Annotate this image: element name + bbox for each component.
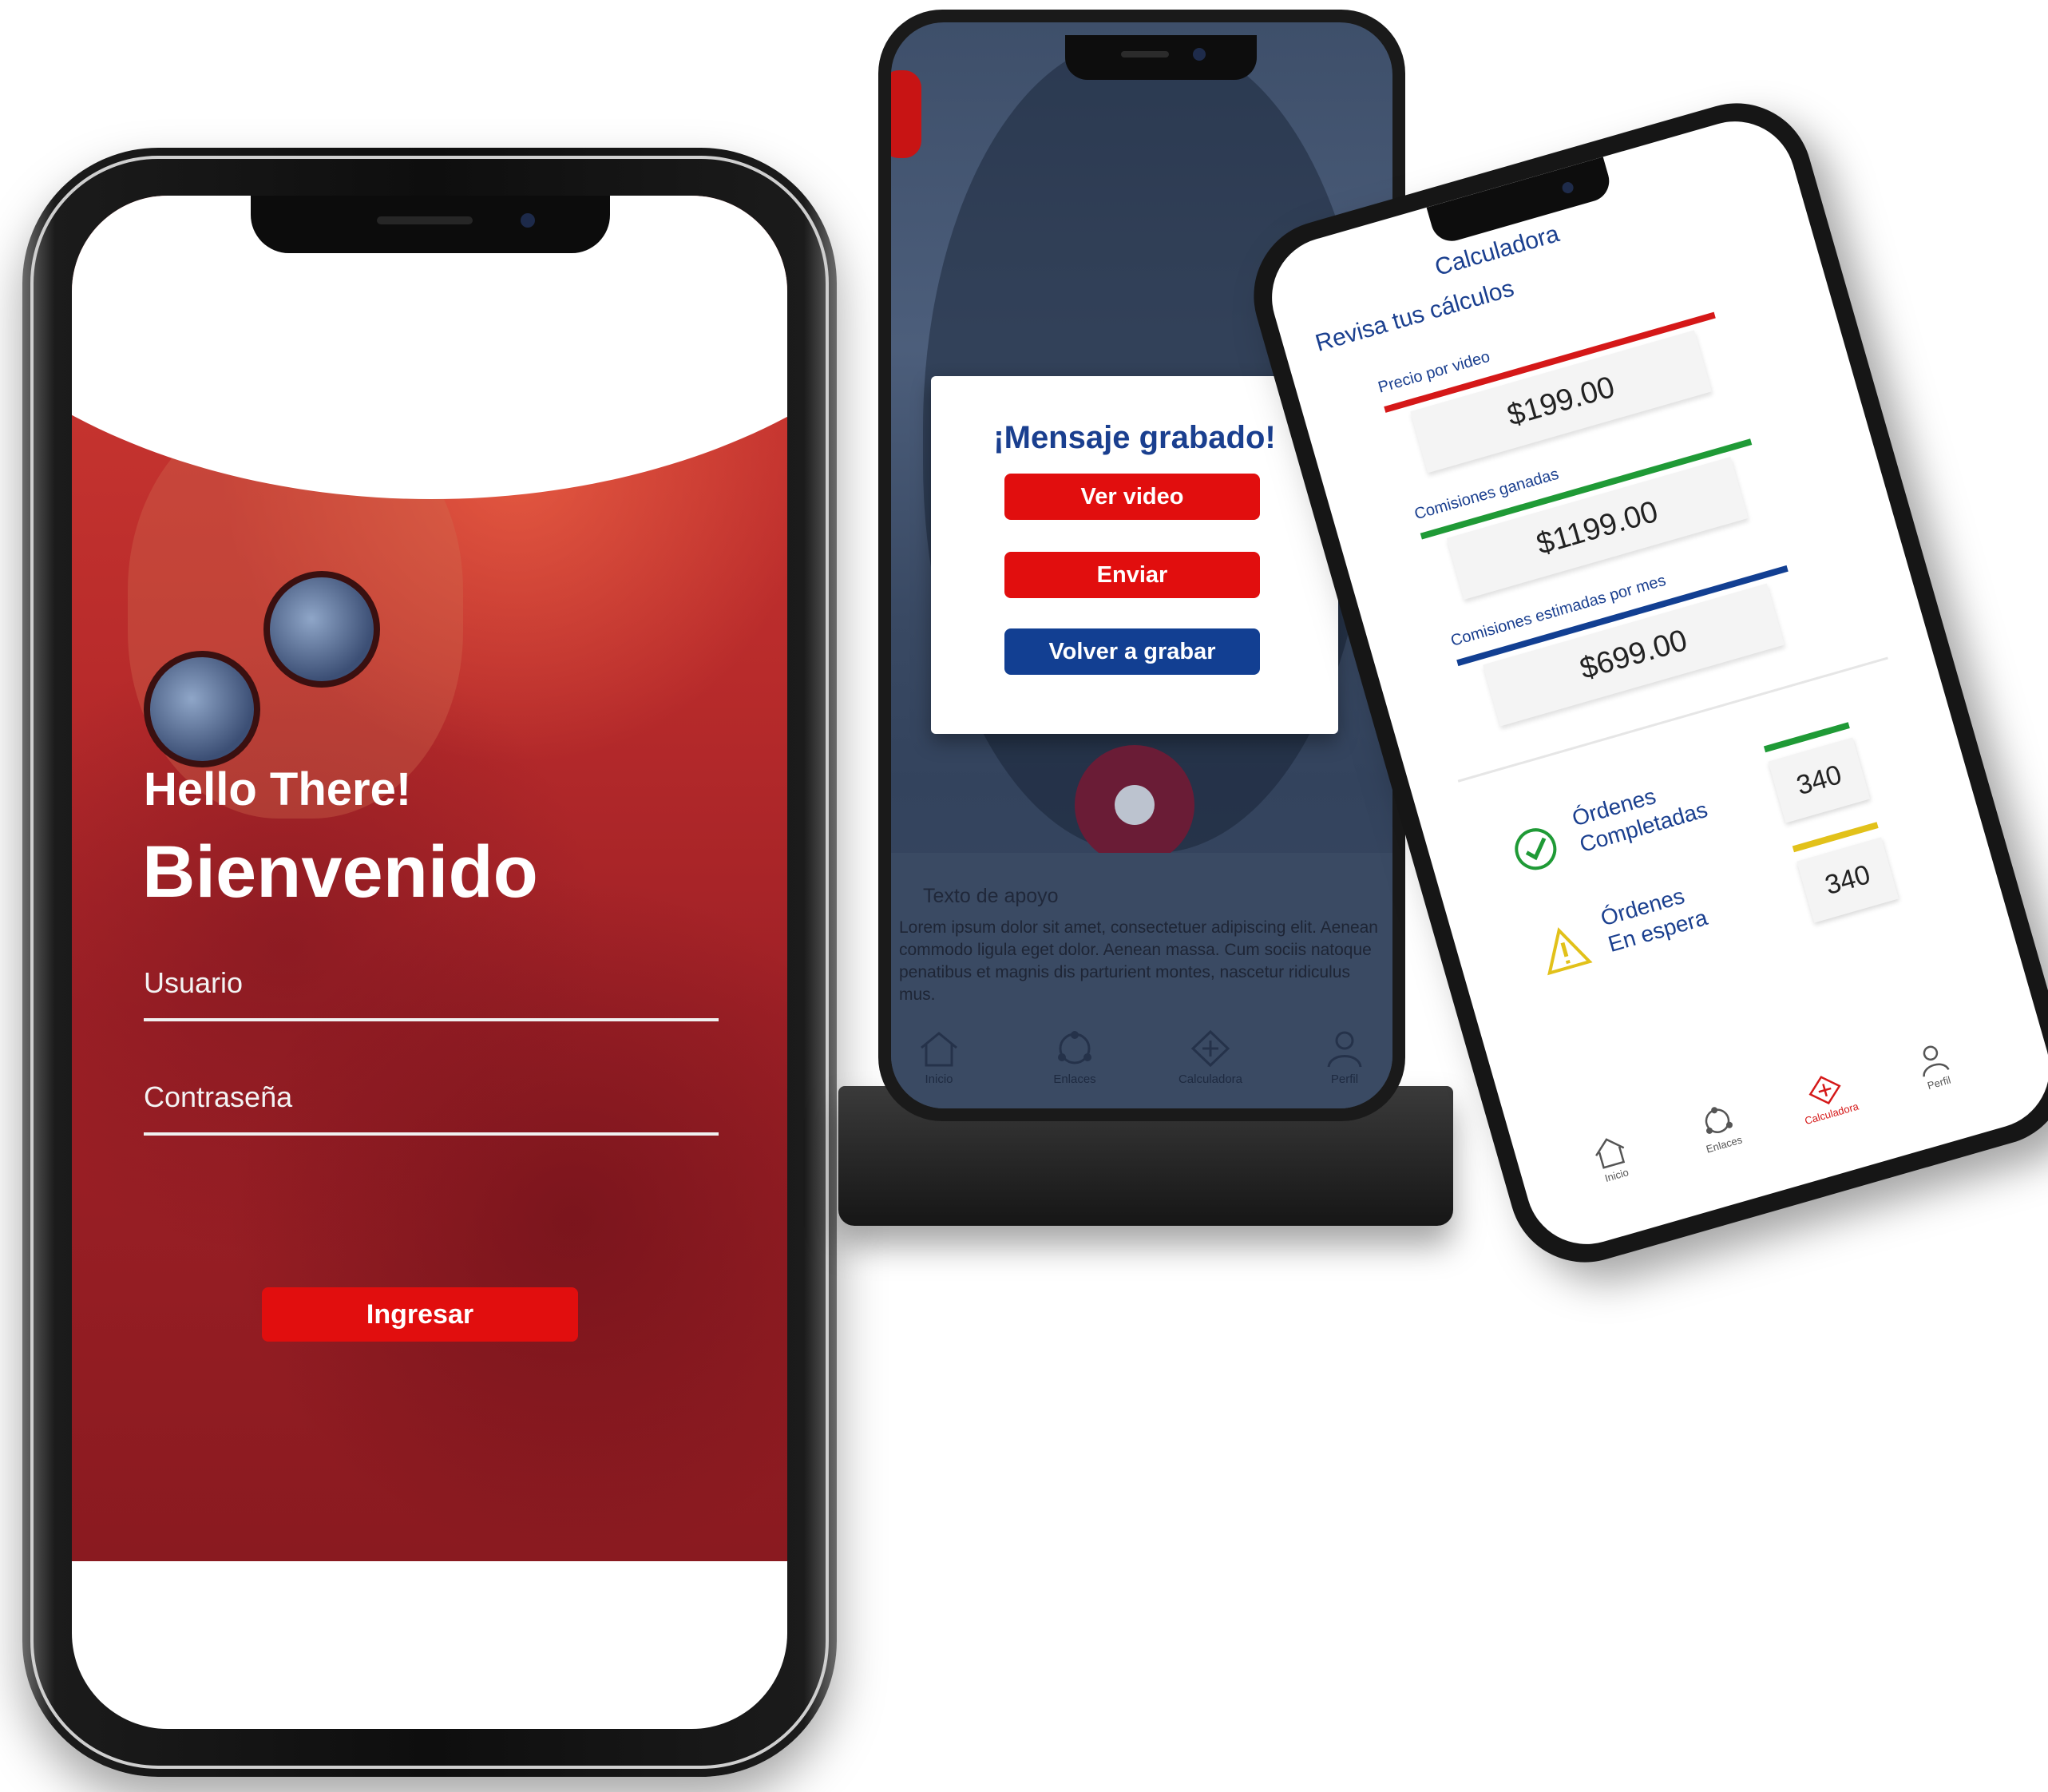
- card-label-price: Precio por video: [1376, 347, 1492, 397]
- rerecord-button[interactable]: Volver a grabar: [1004, 628, 1260, 675]
- nav-item-perfil[interactable]: Perfil: [1886, 1032, 1983, 1100]
- sunglasses-lens: [263, 571, 380, 688]
- page-subtitle: Revisa tus cálculos: [1312, 275, 1517, 357]
- card-value-earned: $1199.00: [1446, 456, 1749, 600]
- orders-completed-value: 340: [1768, 737, 1871, 823]
- send-button[interactable]: Enviar: [1004, 552, 1260, 598]
- home-icon: [921, 1032, 957, 1067]
- camera-icon: [1193, 48, 1206, 61]
- nav-label: Enlaces: [1053, 1072, 1096, 1086]
- username-input[interactable]: [144, 954, 719, 1022]
- nav-item-perfil[interactable]: Perfil: [1297, 1029, 1392, 1086]
- username-underline: [144, 1018, 719, 1021]
- orders-pending-label: Órdenes En espera: [1598, 878, 1710, 958]
- camera-icon: [521, 213, 535, 228]
- warning-icon: [1547, 927, 1593, 976]
- modal-title: ¡Mensaje grabado!: [993, 420, 1276, 455]
- welcome-title: Bienvenido: [142, 831, 538, 913]
- phone-notch: [251, 196, 610, 253]
- video-screen: ¡Mensaje grabado! Ver video Enviar Volve…: [891, 22, 1392, 1108]
- nav-label: Perfil: [1330, 1072, 1359, 1086]
- password-underline: [144, 1132, 719, 1136]
- record-button[interactable]: [1075, 745, 1194, 865]
- user-icon: [1327, 1031, 1362, 1068]
- network-icon: [1058, 1031, 1091, 1064]
- message-recorded-modal: ¡Mensaje grabado! Ver video Enviar Volve…: [931, 376, 1338, 734]
- support-title: Texto de apoyo: [923, 885, 1059, 907]
- nav-label: Inicio: [925, 1072, 953, 1086]
- record-dot-icon: [1115, 785, 1155, 825]
- view-video-button[interactable]: Ver video: [1004, 474, 1260, 520]
- speaker-grille: [377, 216, 473, 224]
- password-input[interactable]: [144, 1068, 719, 1136]
- greeting-text: Hello There!: [144, 763, 412, 815]
- support-text: Lorem ipsum dolor sit amet, consectetuer…: [899, 918, 1378, 1004]
- nav-item-inicio[interactable]: Inicio: [891, 1029, 987, 1086]
- card-value-price: $199.00: [1410, 330, 1712, 474]
- phone-notch: [1065, 35, 1257, 80]
- card-value-estimated: $699.00: [1483, 583, 1785, 727]
- login-button[interactable]: Ingresar: [262, 1287, 578, 1342]
- orders-pending-value: 340: [1796, 837, 1899, 923]
- nav-item-calculadora[interactable]: Calculadora: [1778, 1063, 1876, 1132]
- nav-item-calculadora[interactable]: Calculadora: [1163, 1029, 1258, 1086]
- nav-item-enlaces[interactable]: Enlaces: [1027, 1029, 1123, 1086]
- calculator-icon: [1190, 1029, 1230, 1068]
- video-phone: ¡Mensaje grabado! Ver video Enviar Volve…: [878, 10, 1405, 1121]
- camera-icon: [1560, 180, 1575, 195]
- nav-item-inicio[interactable]: Inicio: [1563, 1124, 1661, 1193]
- orders-completed-label: Órdenes Completadas: [1569, 770, 1710, 858]
- back-tab[interactable]: [891, 70, 921, 158]
- sunglasses-lens: [144, 651, 260, 767]
- nav-item-enlaces[interactable]: Enlaces: [1671, 1093, 1769, 1162]
- speaker-grille: [1121, 51, 1169, 57]
- nav-label: Calculadora: [1178, 1072, 1243, 1086]
- check-circle-icon: [1515, 828, 1557, 870]
